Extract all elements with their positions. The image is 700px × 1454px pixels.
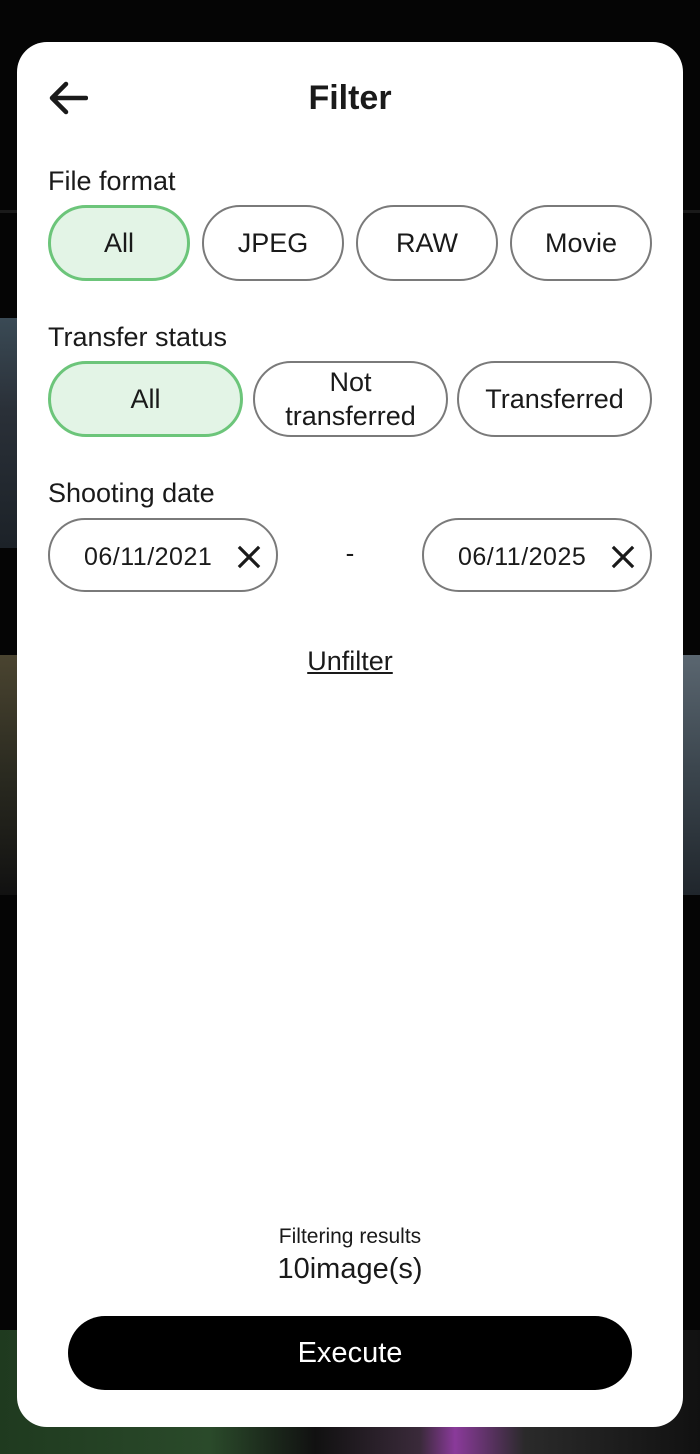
page-title: Filter — [308, 79, 392, 117]
execute-button-label: Execute — [297, 1336, 403, 1369]
start-date-value: 06/11/2021 — [84, 543, 213, 571]
file-format-chip-all[interactable]: All — [48, 205, 190, 281]
unfilter-link[interactable]: Unfilter — [307, 646, 393, 676]
transfer-status-label: Transfer status — [48, 322, 228, 352]
transfer-status-chip-transferred[interactable]: Transferred — [457, 361, 652, 437]
file-format-chip-raw[interactable]: RAW — [356, 205, 498, 281]
date-range-separator: - — [345, 538, 355, 568]
background-thumbnail — [0, 655, 18, 895]
file-format-chip-jpeg[interactable]: JPEG — [202, 205, 344, 281]
clear-start-date-button[interactable] — [234, 542, 264, 572]
close-icon — [237, 545, 261, 569]
shooting-date-label: Shooting date — [48, 478, 215, 508]
background-thumbnail — [680, 655, 700, 895]
chip-label: Transferred — [485, 384, 624, 414]
chip-label: Not transferred — [285, 367, 416, 431]
transfer-status-chip-not-transferred[interactable]: Not transferred — [253, 361, 448, 437]
chip-label: Movie — [544, 228, 618, 258]
start-date-field[interactable]: 06/11/2021 — [48, 518, 278, 592]
chip-label: RAW — [396, 228, 458, 258]
execute-button[interactable]: Execute — [68, 1316, 632, 1390]
file-format-label: File format — [48, 166, 176, 196]
end-date-value: 06/11/2025 — [458, 543, 587, 571]
close-icon — [611, 545, 635, 569]
unfilter-row: Unfilter — [0, 646, 700, 677]
end-date-field[interactable]: 06/11/2025 — [422, 518, 652, 592]
background-thumbnail — [0, 318, 18, 548]
filtering-results-label: Filtering results — [278, 1225, 422, 1248]
transfer-status-chip-all[interactable]: All — [48, 361, 243, 437]
clear-end-date-button[interactable] — [608, 542, 638, 572]
filtering-results-count: 10image(s) — [277, 1253, 423, 1285]
chip-label: All — [130, 384, 161, 414]
chip-label: JPEG — [237, 228, 309, 258]
chip-label: All — [103, 228, 134, 258]
file-format-chip-movie[interactable]: Movie — [510, 205, 652, 281]
